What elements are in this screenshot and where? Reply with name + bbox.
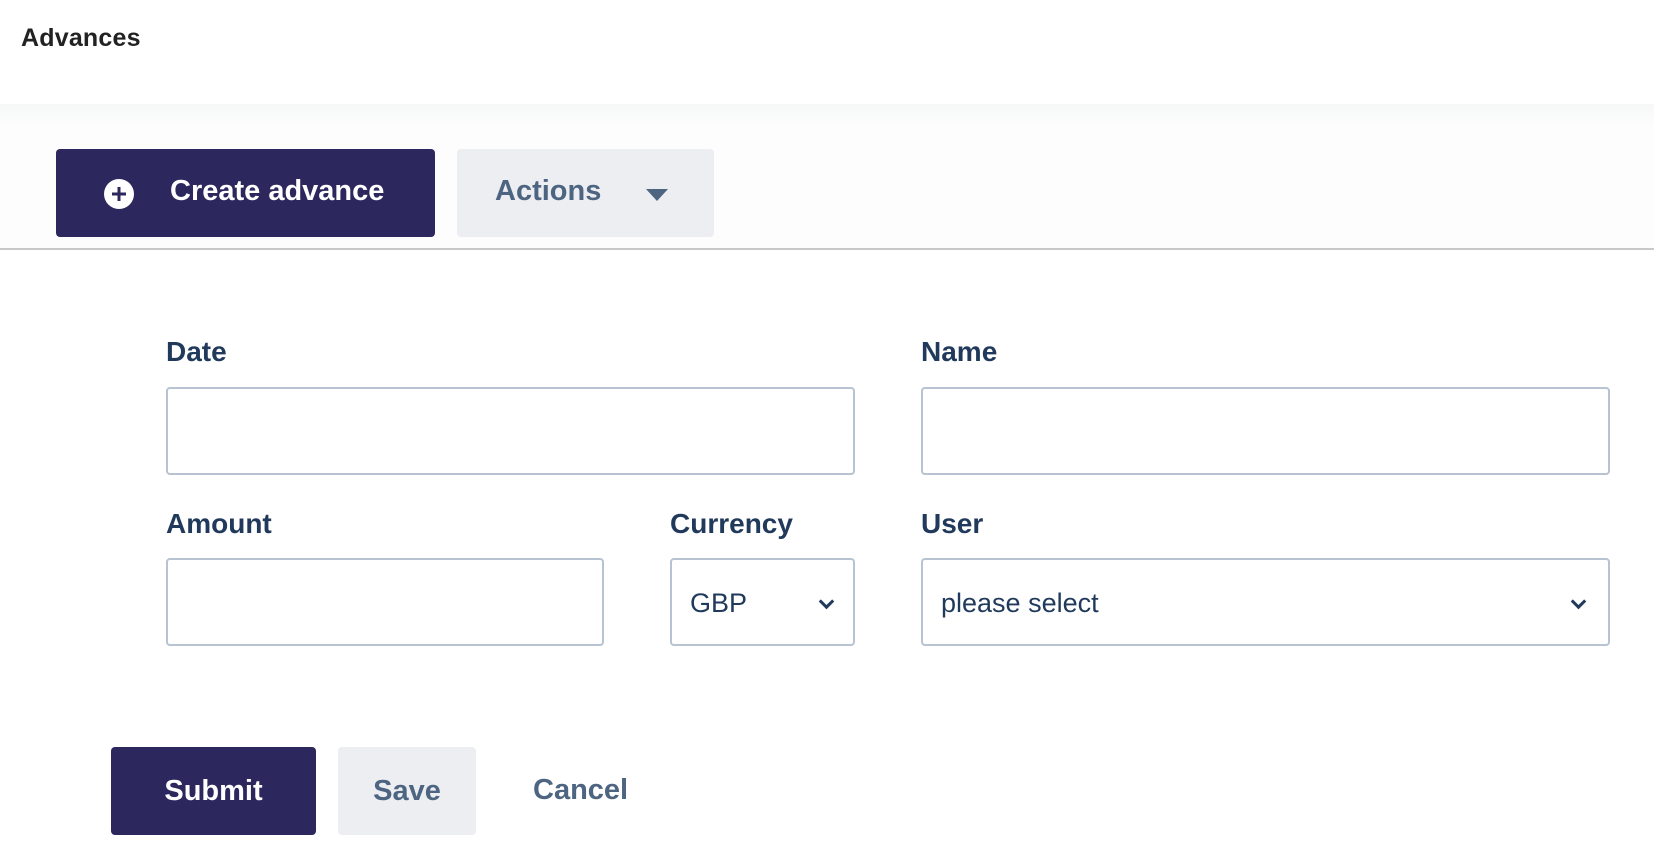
plus-circle-icon	[104, 179, 134, 209]
submit-button[interactable]: Submit	[111, 747, 316, 835]
user-label: User	[921, 508, 984, 539]
save-button[interactable]: Save	[338, 747, 476, 835]
save-label: Save	[373, 774, 441, 807]
date-field[interactable]	[166, 387, 855, 475]
currency-label: Currency	[670, 508, 793, 539]
currency-selected-value: GBP	[690, 588, 748, 618]
user-select[interactable]: please select	[921, 558, 1610, 646]
cancel-button[interactable]: Cancel	[533, 774, 628, 807]
create-advance-button[interactable]: Create advance	[56, 149, 435, 237]
chevron-down-icon	[818, 593, 835, 610]
toolbar-divider	[0, 248, 1654, 250]
amount-field[interactable]	[166, 558, 604, 646]
currency-select[interactable]: GBP	[670, 558, 855, 646]
create-advance-label: Create advance	[170, 175, 385, 207]
actions-dropdown-button[interactable]: Actions	[457, 149, 714, 237]
name-label: Name	[921, 336, 998, 367]
name-field[interactable]	[921, 387, 1610, 475]
caret-down-icon	[646, 189, 668, 201]
actions-label: Actions	[495, 175, 602, 207]
submit-label: Submit	[164, 774, 263, 807]
page-header: Advances	[0, 0, 1654, 104]
page-title: Advances	[21, 24, 141, 52]
date-label: Date	[166, 336, 227, 367]
chevron-down-icon	[1570, 593, 1587, 610]
header-shadow	[0, 104, 1654, 126]
amount-label: Amount	[166, 508, 272, 539]
user-selected-value: please select	[941, 588, 1099, 618]
